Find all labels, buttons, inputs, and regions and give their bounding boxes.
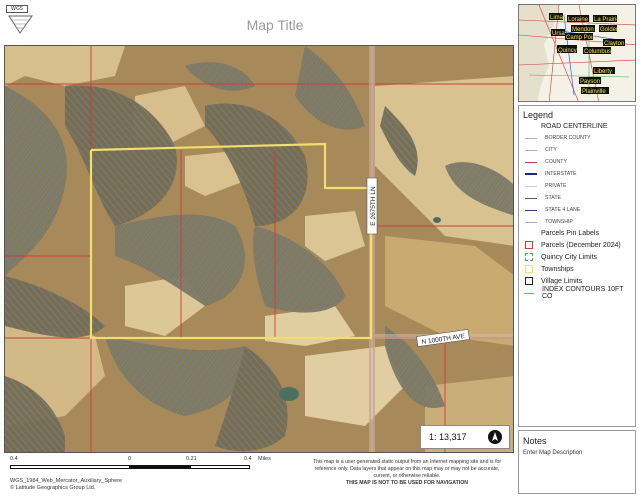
- scale-segment: [10, 465, 130, 469]
- overview-map[interactable]: Lima Loraine La Prairie Ursa Mendon Gold…: [518, 4, 636, 102]
- map-title[interactable]: Map Title: [40, 8, 510, 42]
- scale-label: 0: [128, 456, 132, 462]
- legend-road-item: STATE 4 LANE: [523, 204, 631, 216]
- line-swatch-icon: [525, 173, 537, 175]
- map-view[interactable]: E 2675TH LN N 1000TH AVE: [4, 45, 514, 453]
- svg-text:Loraine: Loraine: [568, 17, 589, 23]
- disclaimer-line: reference only. Data layers that appear …: [314, 466, 500, 472]
- disclaimer: This map is a user generated static outp…: [300, 459, 514, 487]
- notes-text[interactable]: Enter Map Description: [523, 450, 631, 456]
- legend-road-item: TOWNSHIP: [523, 216, 631, 228]
- map-canvas[interactable]: E 2675TH LN N 1000TH AVE: [5, 46, 514, 453]
- scale-segment: [190, 465, 250, 469]
- credits: WGS_1984_Web_Mercator_Auxiliary_Sphere ©…: [10, 478, 122, 492]
- legend-item-contours: INDEX CONTOURS 10FT CO: [523, 286, 631, 300]
- legend-parcels-pin-labels: Parcels Pin Labels: [541, 230, 599, 237]
- line-swatch-icon: [525, 161, 537, 163]
- svg-text:Lima: Lima: [550, 15, 564, 21]
- notes-title: Notes: [523, 436, 547, 446]
- svg-text:La Prairie: La Prairie: [594, 17, 620, 23]
- line-swatch-icon: [525, 185, 537, 187]
- line-swatch-icon: [525, 137, 537, 139]
- legend-road-item: COUNTY: [523, 156, 631, 168]
- legend-item-parcels: Parcels (December 2024): [523, 239, 631, 251]
- projection-text: WGS_1984_Web_Mercator_Auxiliary_Sphere: [10, 478, 123, 484]
- svg-text:Golden: Golden: [600, 27, 619, 33]
- logo: WGS: [6, 5, 36, 35]
- legend-item-quincy: Quincy City Limits: [523, 251, 631, 263]
- scale-segment: [130, 465, 190, 469]
- svg-text:Liberty: Liberty: [594, 69, 612, 75]
- legend-road-item: CITY: [523, 144, 631, 156]
- township-swatch-icon: [525, 265, 533, 273]
- svg-text:E 2675TH LN: E 2675TH LN: [370, 186, 377, 226]
- north-arrow-icon: [488, 430, 502, 444]
- disclaimer-line: This map is a user generated static outp…: [312, 459, 502, 465]
- scale-unit: Miles: [258, 456, 271, 462]
- city-limits-swatch-icon: [525, 253, 533, 261]
- legend-road-item: BORDER COUNTY: [523, 132, 631, 144]
- copyright-text: © Latitude Geographics Group Ltd.: [10, 485, 96, 491]
- line-swatch-icon: [525, 209, 537, 211]
- legend-road-item: STATE: [523, 192, 631, 204]
- line-swatch-icon: [525, 197, 537, 199]
- legend-road-item: PRIVATE: [523, 180, 631, 192]
- scale-label: 0.4: [244, 456, 252, 462]
- svg-text:Quincy: Quincy: [558, 48, 577, 54]
- disclaimer-line: current, or otherwise reliable.: [373, 473, 441, 479]
- contour-swatch-icon: [524, 292, 534, 294]
- scale-ratio-text: 1: 13,317: [429, 432, 467, 442]
- svg-text:Clayton: Clayton: [604, 41, 624, 47]
- overview-canvas: Lima Loraine La Prairie Ursa Mendon Gold…: [519, 5, 635, 101]
- legend-road-centerline: ROAD CENTERLINE: [541, 123, 608, 130]
- svg-text:Ursa: Ursa: [552, 31, 565, 37]
- line-swatch-icon: [525, 221, 537, 223]
- parcel-swatch-icon: [525, 241, 533, 249]
- notes-panel: Notes Enter Map Description: [518, 430, 636, 494]
- scale-bar: 0.4 0 0.21 0.4 Miles: [10, 456, 310, 476]
- navigation-warning: THIS MAP IS NOT TO BE USED FOR NAVIGATIO…: [345, 480, 469, 486]
- logo-triangle-icon: [8, 15, 33, 34]
- legend-item-townships: Townships: [523, 263, 631, 275]
- scale-label: 0.21: [186, 456, 197, 462]
- legend-title: Legend: [523, 110, 554, 120]
- legend-panel: Legend ROAD CENTERLINE BORDER COUNTY CIT…: [518, 105, 636, 427]
- legend-road-item: INTERSTATE: [523, 168, 631, 180]
- svg-text:Plainville: Plainville: [582, 89, 606, 95]
- scale-label: 0.4: [10, 456, 18, 462]
- svg-text:Columbus: Columbus: [584, 49, 611, 55]
- svg-text:Mendon: Mendon: [572, 27, 594, 33]
- village-swatch-icon: [525, 277, 533, 285]
- line-swatch-icon: [525, 149, 537, 151]
- svg-text:Payson: Payson: [580, 79, 600, 85]
- road-label-e2675th: E 2675TH LN: [366, 177, 378, 235]
- pond: [433, 217, 441, 223]
- pond: [279, 387, 299, 401]
- svg-text:Camp Point: Camp Point: [566, 35, 598, 41]
